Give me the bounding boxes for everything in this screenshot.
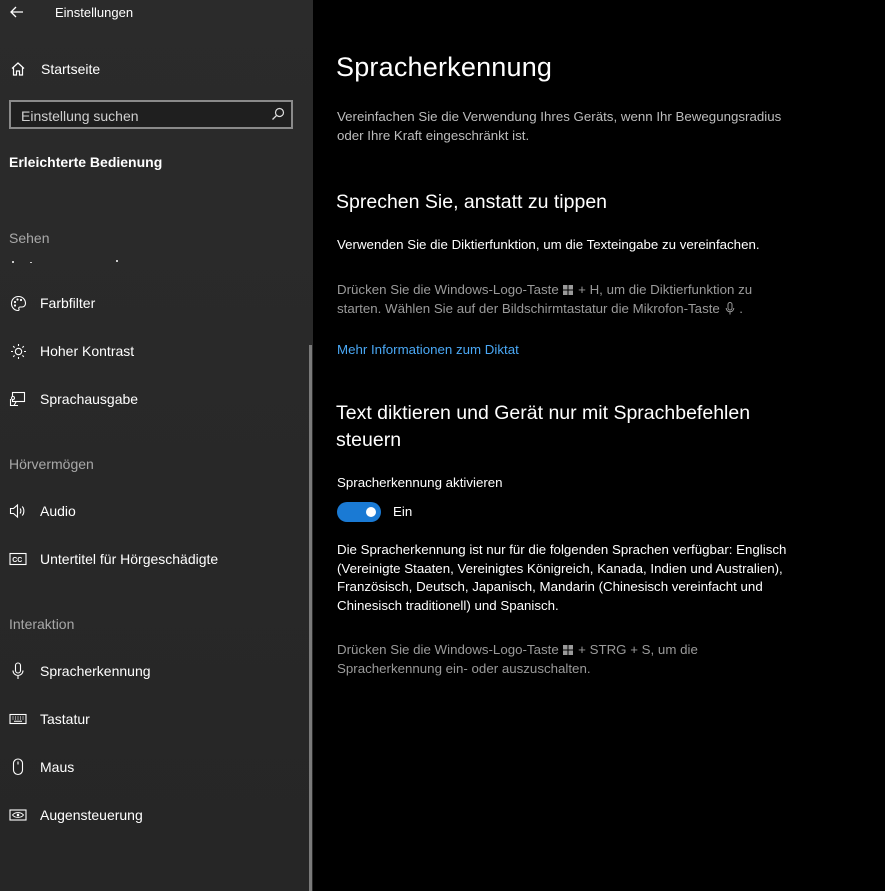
sidebar-item-untertitel[interactable]: CC Untertitel für Hörgeschädigte <box>0 539 305 579</box>
sidebar-item-maus[interactable]: Maus <box>0 747 305 787</box>
speech-recognition-toggle[interactable] <box>337 502 381 522</box>
sidebar-item-label: Spracherkennung <box>40 663 151 679</box>
sidebar-item-spracherkennung[interactable]: Spracherkennung <box>0 651 305 691</box>
toggle-knob <box>366 507 376 517</box>
svg-text:CC: CC <box>12 557 22 564</box>
sidebar-item-tastatur[interactable]: Tastatur <box>0 699 305 739</box>
toggle-state-label: Ein <box>393 504 413 519</box>
sidebar-item-label: Augensteuerung <box>40 807 143 823</box>
home-icon <box>9 60 27 78</box>
sidebar-item-label: Audio <box>40 503 76 519</box>
palette-icon <box>9 294 27 312</box>
windows-logo-icon <box>563 285 574 295</box>
back-button[interactable] <box>8 2 26 22</box>
narrator-icon <box>9 390 27 408</box>
sidebar-item-sprachausgabe[interactable]: Sprachausgabe <box>0 379 305 419</box>
closed-captions-icon: CC <box>9 550 27 568</box>
search-icon[interactable] <box>271 107 285 121</box>
dictation-hint: Drücken Sie die Windows-Logo-Taste + H, … <box>337 281 797 318</box>
sidebar-item-augensteuerung[interactable]: Augensteuerung <box>0 795 305 835</box>
title-bar: Einstellungen <box>0 0 313 26</box>
page-description: Vereinfachen Sie die Verwendung Ihres Ge… <box>337 109 782 143</box>
sidebar-item-label: Farbfilter <box>40 295 96 311</box>
sidebar-item-label: Untertitel für Hörgeschädigte <box>40 551 219 567</box>
arrow-left-icon <box>10 6 23 18</box>
group-header-interaktion: Interaktion <box>9 616 75 632</box>
window-title: Einstellungen <box>55 5 134 20</box>
group-header-hoeren: Hörvermögen <box>9 456 94 472</box>
windows-logo-icon <box>563 645 574 655</box>
search-input[interactable] <box>11 102 273 129</box>
brightness-icon <box>9 342 27 360</box>
group-header-sehen: Sehen <box>9 230 50 246</box>
page-title: Spracherkennung <box>336 52 553 82</box>
sidebar-item-label: Sprachausgabe <box>40 391 139 407</box>
clipped-sidebar-item <box>9 255 309 263</box>
section-title: Erleichterte Bedienung <box>9 154 163 170</box>
sidebar-item-audio[interactable]: Audio <box>0 491 305 531</box>
main-content: Spracherkennung Vereinfachen Sie die Ver… <box>313 0 885 891</box>
speaker-icon <box>9 502 27 520</box>
mouse-icon <box>9 758 27 776</box>
languages-info: Die Spracherkennung ist nur für die folg… <box>337 542 787 613</box>
toggle-label: Spracherkennung aktivieren <box>337 475 503 490</box>
sidebar-item-label: Hoher Kontrast <box>40 343 135 359</box>
voice-control-hint: Drücken Sie die Windows-Logo-Taste + STR… <box>337 641 797 678</box>
sidebar: Einstellungen Startseite Erleichterte Be… <box>0 0 313 891</box>
eye-control-icon <box>9 806 27 824</box>
keyboard-icon <box>9 710 27 728</box>
hint-text-part: Drücken Sie die Windows-Logo-Taste <box>337 282 559 297</box>
hint-text-part: Drücken Sie die Windows-Logo-Taste <box>337 642 559 657</box>
dictation-body: Verwenden Sie die Diktierfunktion, um di… <box>337 237 760 252</box>
hint-text-part: . <box>739 300 743 316</box>
sidebar-scrollbar[interactable] <box>309 345 312 891</box>
sidebar-item-hoher-kontrast[interactable]: Hoher Kontrast <box>0 331 305 371</box>
sidebar-item-label: Tastatur <box>40 711 90 727</box>
sidebar-item-label: Maus <box>40 759 75 775</box>
sidebar-item-home[interactable]: Startseite <box>0 49 305 89</box>
dictation-info-link[interactable]: Mehr Informationen zum Diktat <box>337 342 519 357</box>
sidebar-item-label: Startseite <box>41 61 101 77</box>
sidebar-item-farbfilter[interactable]: Farbfilter <box>0 283 305 323</box>
search-field[interactable] <box>9 100 293 129</box>
microphone-icon <box>9 662 27 680</box>
section-heading-dictation: Sprechen Sie, anstatt zu tippen <box>336 191 608 213</box>
microphone-icon <box>725 301 734 314</box>
section-heading-voice-control: Text diktieren und Gerät nur mit Sprachb… <box>336 402 751 451</box>
